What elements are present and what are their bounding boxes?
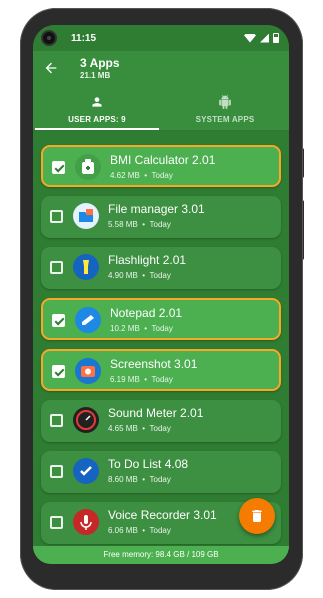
app-meta: 6.06 MB • Today: [108, 526, 171, 535]
todo-list-icon: [73, 458, 99, 484]
app-size: 10.2 MB: [110, 324, 140, 333]
meta-separator: •: [144, 375, 148, 384]
screen: 11:15 3 Apps 21.1 MB USER APPS: 9 SYSTEM…: [33, 25, 289, 564]
status-time: 11:15: [71, 33, 97, 44]
app-size: 6.19 MB: [110, 375, 140, 384]
app-meta: 10.2 MB • Today: [110, 324, 173, 333]
wifi-icon: [244, 33, 256, 43]
checkbox[interactable]: [50, 261, 63, 274]
app-size: 4.90 MB: [108, 271, 138, 280]
checkbox[interactable]: [52, 365, 65, 378]
status-bar: 11:15: [33, 25, 289, 51]
checkbox[interactable]: [50, 414, 63, 427]
list-item[interactable]: Flashlight 2.01 4.90 MB • Today: [41, 247, 281, 289]
app-meta: 8.60 MB • Today: [108, 475, 171, 484]
app-name: Voice Recorder 3.01: [108, 508, 217, 522]
free-memory-bar: Free memory: 98.4 GB / 109 GB: [33, 546, 289, 564]
file-manager-icon: [73, 203, 99, 229]
app-date: Today: [149, 220, 171, 229]
meta-separator: •: [142, 526, 146, 535]
page-subtitle: 21.1 MB: [80, 71, 111, 80]
app-meta: 4.65 MB • Today: [108, 424, 171, 433]
flashlight-icon: [73, 254, 99, 280]
tab-user-apps[interactable]: USER APPS: 9: [33, 87, 161, 130]
person-icon: [92, 97, 102, 107]
trash-icon: [252, 510, 262, 522]
meta-separator: •: [144, 324, 148, 333]
meta-separator: •: [142, 424, 146, 433]
app-name: Sound Meter 2.01: [108, 406, 204, 420]
battery-icon: [273, 33, 279, 43]
back-arrow-icon[interactable]: [43, 60, 59, 76]
page-title: 3 Apps: [80, 56, 120, 70]
checkbox[interactable]: [52, 161, 65, 174]
front-camera: [41, 30, 57, 46]
app-date: Today: [149, 424, 171, 433]
delete-button[interactable]: [239, 498, 275, 534]
meta-separator: •: [142, 220, 146, 229]
bmi-calculator-icon: [75, 154, 101, 180]
app-meta: 4.90 MB • Today: [108, 271, 171, 280]
signal-icon: [260, 33, 269, 43]
tab-system-apps-label: SYSTEM APPS: [195, 115, 255, 124]
list-item[interactable]: BMI Calculator 2.01 4.62 MB • Today: [41, 145, 281, 187]
list-item[interactable]: Sound Meter 2.01 4.65 MB • Today: [41, 400, 281, 442]
tab-user-apps-label: USER APPS: 9: [68, 115, 126, 124]
app-meta: 4.62 MB • Today: [110, 171, 173, 180]
list-item[interactable]: Screenshot 3.01 6.19 MB • Today: [41, 349, 281, 391]
app-date: Today: [149, 526, 171, 535]
app-size: 8.60 MB: [108, 475, 138, 484]
sound-meter-icon: [73, 407, 99, 433]
app-name: Screenshot 3.01: [110, 357, 198, 371]
app-size: 5.58 MB: [108, 220, 138, 229]
checkbox[interactable]: [50, 516, 63, 529]
app-meta: 5.58 MB • Today: [108, 220, 171, 229]
checkbox[interactable]: [50, 210, 63, 223]
app-size: 4.62 MB: [110, 171, 140, 180]
app-name: Flashlight 2.01: [108, 253, 187, 267]
checkbox[interactable]: [50, 465, 63, 478]
app-meta: 6.19 MB • Today: [110, 375, 173, 384]
app-date: Today: [151, 171, 173, 180]
app-date: Today: [151, 324, 173, 333]
app-name: To Do List 4.08: [108, 457, 189, 471]
tab-bar: USER APPS: 9 SYSTEM APPS: [33, 87, 289, 131]
app-size: 6.06 MB: [108, 526, 138, 535]
list-item[interactable]: Notepad 2.01 10.2 MB • Today: [41, 298, 281, 340]
app-name: File manager 3.01: [108, 202, 205, 216]
app-name: BMI Calculator 2.01: [110, 153, 216, 167]
app-name: Notepad 2.01: [110, 306, 183, 320]
meta-separator: •: [144, 171, 148, 180]
meta-separator: •: [142, 271, 146, 280]
app-date: Today: [151, 375, 173, 384]
list-item[interactable]: To Do List 4.08 8.60 MB • Today: [41, 451, 281, 493]
list-item[interactable]: File manager 3.01 5.58 MB • Today: [41, 196, 281, 238]
android-icon: [219, 95, 231, 109]
tab-system-apps[interactable]: SYSTEM APPS: [161, 87, 289, 130]
app-date: Today: [149, 475, 171, 484]
checkbox[interactable]: [52, 314, 65, 327]
app-bar: 3 Apps 21.1 MB: [33, 51, 289, 87]
notepad-icon: [75, 307, 101, 333]
app-date: Today: [149, 271, 171, 280]
screenshot-icon: [75, 358, 101, 384]
app-size: 4.65 MB: [108, 424, 138, 433]
voice-recorder-icon: [73, 509, 99, 535]
meta-separator: •: [142, 475, 146, 484]
